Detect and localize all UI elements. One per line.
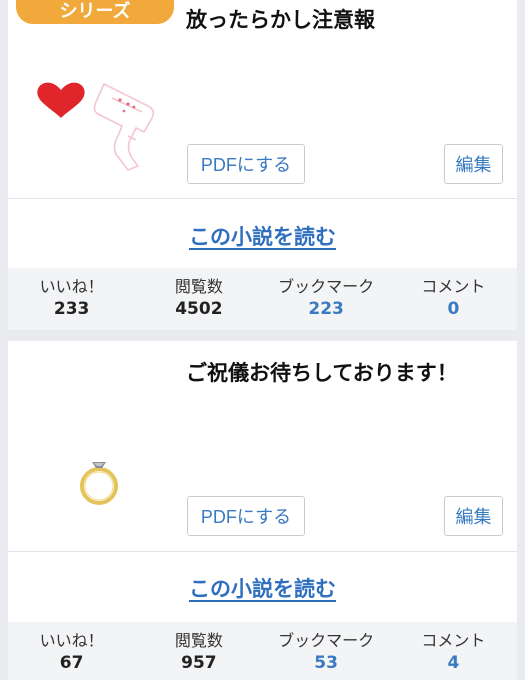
stat-likes: いいね！ 67 <box>8 622 135 680</box>
novel-card: ご祝儀お待ちしております！ PDFにする 編集 この小説を読む いいね！ 67 … <box>8 341 517 680</box>
stat-label: ブックマーク <box>278 631 375 650</box>
pdf-button[interactable]: PDFにする <box>187 144 305 184</box>
stat-label: ブックマーク <box>278 277 375 296</box>
stat-label: いいね！ <box>39 631 104 650</box>
stat-value[interactable]: 223 <box>263 297 390 321</box>
stat-value[interactable]: 53 <box>263 651 390 675</box>
stat-comments[interactable]: コメント 0 <box>390 268 517 330</box>
ring-icon <box>80 462 118 505</box>
divider <box>8 551 517 552</box>
novel-thumbnail[interactable] <box>28 40 178 190</box>
divider <box>8 198 517 199</box>
gun-icon <box>93 82 155 171</box>
novel-title[interactable]: 放ったらかし注意報 <box>186 4 375 34</box>
stat-label: いいね！ <box>39 277 104 296</box>
stat-label: 閲覧数 <box>174 277 223 296</box>
stats-bar: いいね！ 233 閲覧数 4502 ブックマーク 223 コメント 0 <box>8 268 517 330</box>
stat-bookmarks[interactable]: ブックマーク 53 <box>263 622 390 680</box>
stat-value: 4502 <box>175 299 223 319</box>
stat-value[interactable]: 0 <box>390 297 517 321</box>
novel-card: シリーズ 放ったらかし注意報 PDFにする 編集 この小説を読む いいね！ 23… <box>8 0 517 330</box>
edit-button[interactable]: 編集 <box>444 144 503 184</box>
stats-bar: いいね！ 67 閲覧数 957 ブックマーク 53 コメント 4 <box>8 622 517 680</box>
read-novel-link[interactable]: この小説を読む <box>8 221 517 251</box>
stat-comments[interactable]: コメント 4 <box>390 622 517 680</box>
edit-button[interactable]: 編集 <box>444 496 503 536</box>
novel-thumbnail[interactable] <box>28 391 178 541</box>
novel-list: シリーズ 放ったらかし注意報 PDFにする 編集 この小説を読む いいね！ 23… <box>0 0 525 680</box>
stat-label: コメント <box>421 277 486 296</box>
stat-views: 閲覧数 4502 <box>135 268 262 330</box>
series-badge[interactable]: シリーズ <box>16 0 174 24</box>
stat-value[interactable]: 4 <box>390 651 517 675</box>
pdf-button[interactable]: PDFにする <box>187 496 305 536</box>
stat-likes: いいね！ 233 <box>8 268 135 330</box>
stat-label: コメント <box>421 631 486 650</box>
read-novel-link[interactable]: この小説を読む <box>8 573 517 603</box>
stat-label: 閲覧数 <box>174 631 223 650</box>
stat-value: 67 <box>59 653 84 673</box>
stat-views: 閲覧数 957 <box>135 622 262 680</box>
stat-value: 233 <box>53 299 90 319</box>
stat-bookmarks[interactable]: ブックマーク 223 <box>263 268 390 330</box>
novel-title[interactable]: ご祝儀お待ちしております！ <box>186 357 458 387</box>
stat-value: 957 <box>181 653 217 673</box>
